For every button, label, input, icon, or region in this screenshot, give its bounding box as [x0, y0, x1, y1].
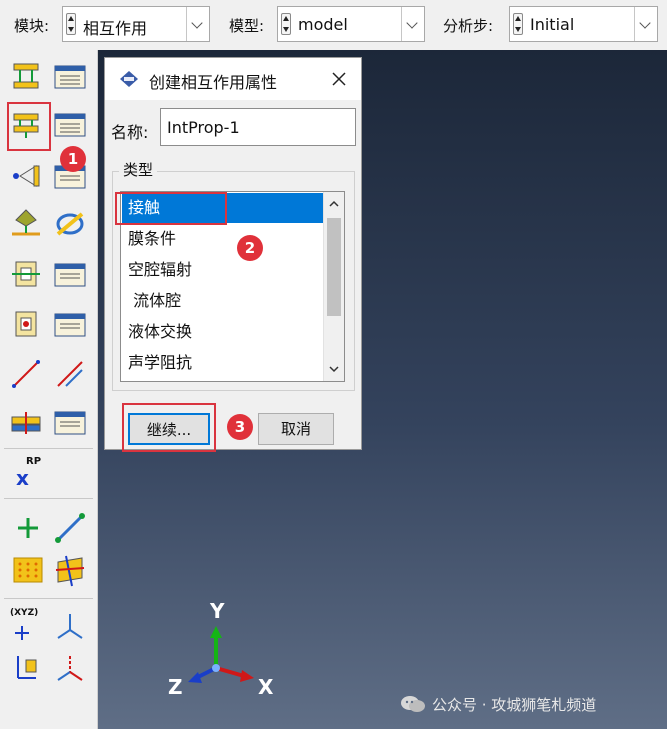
toolbox-separator [4, 448, 93, 449]
watermark: 公众号 · 攻城狮笔札频道 [400, 692, 596, 716]
annotation-badge-1: 1 [60, 146, 86, 172]
close-icon[interactable] [327, 67, 351, 91]
datum-csys-icon[interactable]: (XYZ) [8, 608, 48, 644]
step-label: 分析步: [443, 17, 494, 35]
constraint-manager-icon[interactable] [52, 256, 88, 292]
name-label: 名称: [111, 123, 149, 142]
type-legend: 类型 [119, 159, 158, 180]
model-combo-value: model [298, 15, 348, 34]
type-item-fluid-cavity[interactable]: 流体腔 [122, 286, 323, 316]
dialog-titlebar[interactable]: 创建相互作用属性 [105, 58, 361, 100]
fastener-manager-icon[interactable] [52, 404, 88, 440]
query-point-icon[interactable] [52, 650, 88, 686]
type-item-fluid-exchange[interactable]: 液体交换 [122, 317, 323, 347]
toolbox-separator [4, 598, 93, 599]
datum-axis-icon[interactable] [52, 510, 88, 546]
type-item-film-condition[interactable]: 膜条件 [122, 224, 323, 254]
model-combo[interactable]: model [277, 6, 425, 42]
wechat-icon [401, 696, 425, 712]
reference-point-icon[interactable]: RP x [12, 456, 52, 492]
watermark-text: 公众号 · 攻城狮笔札频道 [432, 695, 597, 714]
contact-stabilization-icon[interactable] [52, 206, 88, 242]
triad-z-label: Z [168, 675, 183, 699]
datum-triad-icon[interactable] [8, 650, 44, 686]
view-triad: Y X Z [168, 599, 274, 699]
x-axis-arrow [240, 670, 254, 682]
module-combo-value: 相互作用 [83, 19, 148, 38]
datum-csys-create-icon[interactable] [52, 608, 88, 644]
scroll-thumb[interactable] [327, 218, 341, 316]
datum-plane-grid-icon[interactable] [10, 552, 46, 588]
name-input[interactable] [160, 108, 356, 146]
scroll-up-icon[interactable] [324, 194, 344, 214]
partition-icon[interactable] [52, 552, 88, 588]
rp-x-glyph: x [16, 466, 29, 490]
x-axis-line [215, 666, 245, 678]
fastener-create-icon[interactable] [8, 404, 44, 440]
point-create-icon[interactable] [10, 510, 46, 546]
model-spin-icon[interactable] [281, 13, 291, 35]
contact-controls-icon[interactable] [8, 158, 44, 194]
context-toolbar: 模块: 相互作用 模型: model 分析步: Initial [0, 0, 667, 50]
module-spin-icon[interactable] [66, 13, 76, 35]
z-axis-arrow [188, 672, 202, 683]
interaction-property-icon [120, 71, 138, 87]
cancel-button[interactable]: 取消 [258, 413, 334, 445]
triad-x-label: X [258, 675, 274, 699]
step-spin-icon[interactable] [513, 13, 523, 35]
dialog-title: 创建相互作用属性 [149, 73, 278, 92]
annotation-badge-3: 3 [227, 414, 253, 440]
y-axis-arrow [210, 626, 222, 638]
chevron-down-icon[interactable] [401, 7, 424, 41]
constraint-create-icon[interactable] [8, 256, 44, 292]
module-label: 模块: [14, 17, 50, 35]
annotation-box-1 [7, 102, 51, 151]
module-combo[interactable]: 相互作用 [62, 6, 210, 42]
annotation-box-2 [115, 192, 227, 225]
interaction-create-icon[interactable] [8, 58, 44, 94]
contact-initialization-icon[interactable] [8, 206, 44, 242]
chevron-down-icon[interactable] [634, 7, 657, 41]
create-interaction-property-dialog: 创建相互作用属性 名称: 类型 接触 膜条件 空腔辐射 流体腔 液体交换 声学阻… [104, 57, 362, 450]
chevron-down-icon[interactable] [186, 7, 209, 41]
triad-origin [212, 664, 220, 672]
wire-create-icon[interactable] [8, 356, 44, 392]
annotation-box-3 [122, 403, 216, 452]
model-label: 模型: [229, 17, 265, 35]
step-combo-value: Initial [530, 15, 575, 34]
annotation-badge-2: 2 [237, 235, 263, 261]
toolbox-separator [4, 498, 93, 499]
type-item-cavity-radiation[interactable]: 空腔辐射 [122, 255, 323, 285]
connector-section-manager-icon[interactable] [52, 306, 88, 342]
interaction-property-manager-icon[interactable] [52, 106, 88, 142]
type-item-acoustic-impedance[interactable]: 声学阻抗 [122, 348, 323, 378]
type-list-scrollbar[interactable] [323, 192, 344, 381]
connector-section-create-icon[interactable] [8, 306, 44, 342]
interaction-manager-icon[interactable] [52, 58, 88, 94]
step-combo[interactable]: Initial [509, 6, 658, 42]
connector-assign-icon[interactable] [52, 356, 88, 392]
scroll-down-icon[interactable] [324, 359, 344, 379]
triad-y-label: Y [209, 599, 225, 623]
